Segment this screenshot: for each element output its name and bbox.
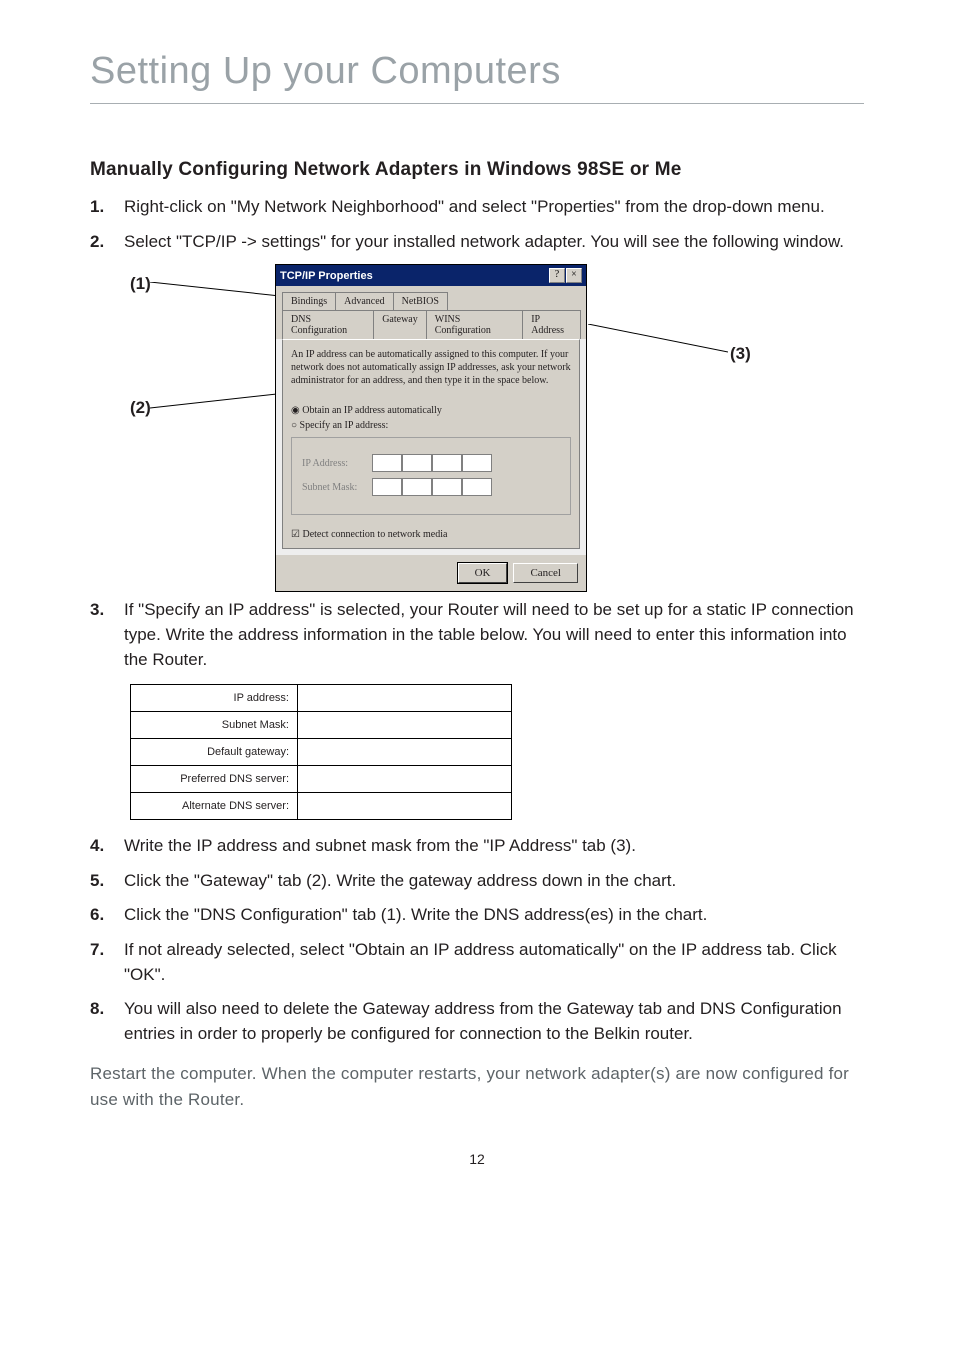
callout-2: (2) bbox=[130, 398, 151, 418]
row-value bbox=[298, 711, 511, 738]
row-label-ip: IP address: bbox=[131, 685, 298, 711]
table-row: Preferred DNS server: bbox=[131, 765, 511, 792]
table-row: Subnet Mask: bbox=[131, 711, 511, 738]
table-row: Alternate DNS server: bbox=[131, 792, 511, 819]
tab-advanced[interactable]: Advanced bbox=[335, 292, 394, 310]
step-text: If "Specify an IP address" is selected, … bbox=[124, 598, 864, 672]
row-label-gateway: Default gateway: bbox=[131, 738, 298, 765]
radio-specify-ip[interactable]: ○ Specify an IP address: bbox=[291, 420, 571, 431]
row-value bbox=[298, 738, 511, 765]
step-number: 3. bbox=[90, 598, 124, 623]
step-2: 2. Select "TCP/IP -> settings" for your … bbox=[90, 230, 864, 255]
step-4: 4.Write the IP address and subnet mask f… bbox=[90, 834, 864, 859]
ip-address-label: IP Address: bbox=[302, 458, 372, 469]
window-title: TCP/IP Properties bbox=[280, 270, 548, 282]
section-heading: Manually Configuring Network Adapters in… bbox=[90, 159, 864, 181]
step-1: 1. Right-click on "My Network Neighborho… bbox=[90, 195, 864, 220]
step-number: 7. bbox=[90, 938, 124, 963]
row-label-adns: Alternate DNS server: bbox=[131, 792, 298, 819]
tab-wins-configuration[interactable]: WINS Configuration bbox=[426, 310, 523, 339]
radio-obtain-auto-label: Obtain an IP address automatically bbox=[302, 405, 442, 416]
tab-panel: An IP address can be automatically assig… bbox=[282, 339, 580, 549]
step-6: 6.Click the "DNS Configuration" tab (1).… bbox=[90, 903, 864, 928]
tab-bindings[interactable]: Bindings bbox=[282, 292, 336, 310]
step-5: 5.Click the "Gateway" tab (2). Write the… bbox=[90, 869, 864, 894]
step-text: Write the IP address and subnet mask fro… bbox=[124, 834, 864, 859]
divider bbox=[90, 103, 864, 104]
step-number: 5. bbox=[90, 869, 124, 894]
radio-specify-ip-label: Specify an IP address: bbox=[300, 420, 389, 431]
tab-gateway[interactable]: Gateway bbox=[373, 310, 427, 339]
cancel-button[interactable]: Cancel bbox=[513, 563, 578, 583]
table-row: Default gateway: bbox=[131, 738, 511, 765]
ip-input-group: IP Address: Subnet Mask: bbox=[291, 437, 571, 515]
address-info-table: IP address: Subnet Mask: Default gateway… bbox=[130, 684, 512, 820]
row-label-pdns: Preferred DNS server: bbox=[131, 765, 298, 792]
step-number: 6. bbox=[90, 903, 124, 928]
chapter-title: Setting Up your Computers bbox=[90, 50, 864, 93]
restart-note: Restart the computer. When the computer … bbox=[90, 1061, 864, 1114]
help-button[interactable]: ? bbox=[549, 268, 565, 283]
tcpip-properties-window: TCP/IP Properties ? × Bindings Advanced … bbox=[275, 264, 587, 592]
step-text: You will also need to delete the Gateway… bbox=[124, 997, 864, 1046]
tab-netbios[interactable]: NetBIOS bbox=[393, 292, 448, 310]
row-label-subnet: Subnet Mask: bbox=[131, 711, 298, 738]
step-number: 4. bbox=[90, 834, 124, 859]
step-text: Click the "DNS Configuration" tab (1). W… bbox=[124, 903, 864, 928]
page-number: 12 bbox=[90, 1151, 864, 1167]
tab-ip-address[interactable]: IP Address bbox=[522, 310, 581, 339]
close-button[interactable]: × bbox=[566, 268, 582, 283]
step-number: 8. bbox=[90, 997, 124, 1022]
panel-description: An IP address can be automatically assig… bbox=[291, 348, 571, 387]
step-text: Select "TCP/IP -> settings" for your ins… bbox=[124, 230, 864, 255]
row-value bbox=[298, 765, 511, 792]
subnet-mask-input[interactable] bbox=[372, 478, 492, 496]
window-titlebar: TCP/IP Properties ? × bbox=[276, 265, 586, 286]
subnet-mask-label: Subnet Mask: bbox=[302, 482, 372, 493]
table-row: IP address: bbox=[131, 685, 511, 711]
detect-connection-checkbox[interactable]: ☑ Detect connection to network media bbox=[291, 529, 571, 540]
ok-button[interactable]: OK bbox=[458, 563, 508, 583]
row-value bbox=[298, 792, 511, 819]
row-value bbox=[298, 685, 511, 711]
radio-obtain-auto[interactable]: ◉ Obtain an IP address automatically bbox=[291, 405, 442, 416]
tab-dns-configuration[interactable]: DNS Configuration bbox=[282, 310, 374, 339]
step-8: 8.You will also need to delete the Gatew… bbox=[90, 997, 864, 1046]
step-text: Right-click on "My Network Neighborhood"… bbox=[124, 195, 864, 220]
step-number: 2. bbox=[90, 230, 124, 255]
step-text: If not already selected, select "Obtain … bbox=[124, 938, 864, 987]
step-3: 3. If "Specify an IP address" is selecte… bbox=[90, 598, 864, 672]
step-7: 7.If not already selected, select "Obtai… bbox=[90, 938, 864, 987]
ip-address-input[interactable] bbox=[372, 454, 492, 472]
step-number: 1. bbox=[90, 195, 124, 220]
callout-1: (1) bbox=[130, 274, 151, 294]
figure-tcpip-dialog: (1) (2) (3) TCP/IP Properties ? × Bindin… bbox=[130, 264, 864, 584]
callout-3: (3) bbox=[730, 344, 751, 364]
step-text: Click the "Gateway" tab (2). Write the g… bbox=[124, 869, 864, 894]
detect-connection-label: Detect connection to network media bbox=[302, 529, 447, 540]
